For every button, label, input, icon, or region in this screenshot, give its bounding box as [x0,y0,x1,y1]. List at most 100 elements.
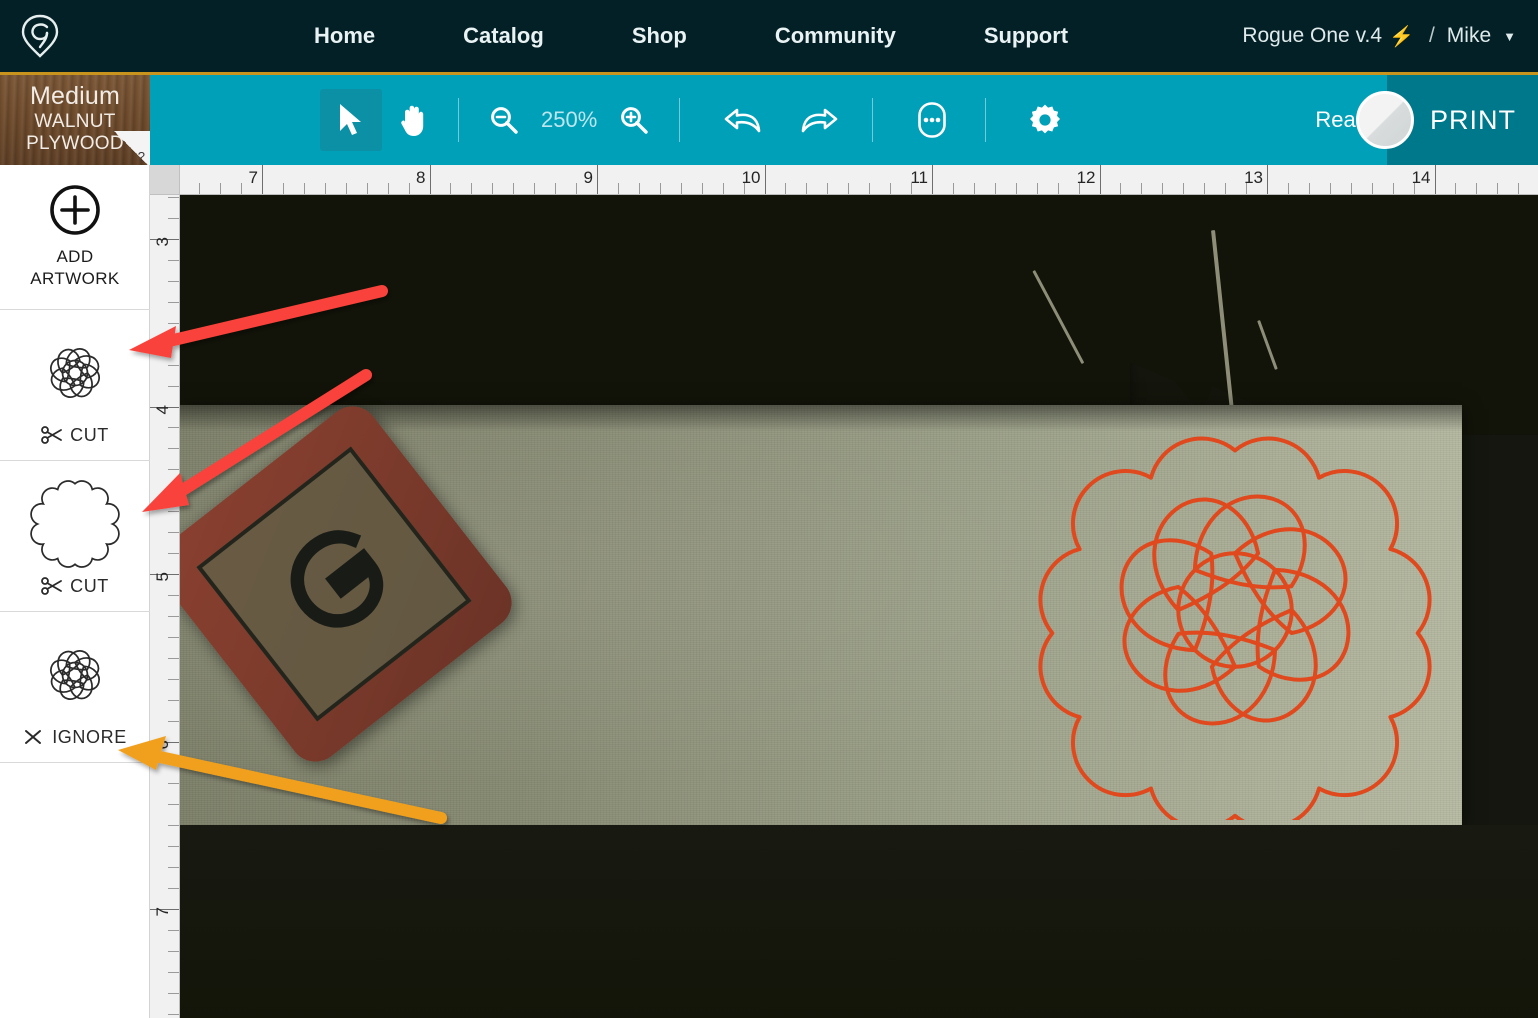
gear-icon [1028,103,1062,137]
account-area: Rogue One v.4 ⚡ / Mike ▼ [1242,24,1516,49]
more-options-button[interactable] [901,89,963,151]
glowforge-logo-icon[interactable] [0,14,80,58]
ruler-label-v: 4 [153,401,173,414]
select-tool[interactable] [320,89,382,151]
ruler-label-h: 11 [910,168,932,188]
ruler-tick-minor [367,183,368,195]
ruler-tick-minor [995,183,996,195]
ruler-label-v: 5 [153,568,173,581]
ruler-tick-minor [1037,183,1038,195]
ruler-tick-major [262,165,263,195]
zoom-out-button[interactable] [473,89,535,151]
ruler-tick-minor [168,344,180,345]
ruler-tick-minor [1518,183,1519,195]
material-badge[interactable]: Medium WALNUT PLYWOOD ? [0,75,150,165]
pinwheel-flower-cut-path[interactable] [1025,400,1445,820]
ruler-tick-minor [471,183,472,195]
ruler-tick-minor [1330,183,1331,195]
account-name[interactable]: Mike [1447,24,1491,48]
ruler-tick-minor [1225,183,1226,195]
ruler-tick-minor [168,323,180,324]
material-name-line1: WALNUT [0,111,150,133]
nav-link-support[interactable]: Support [940,23,1112,49]
ruler-tick-minor [1058,183,1059,195]
print-zone: Ready PRINT [1315,75,1538,165]
ruler-tick-minor [513,183,514,195]
ruler-tick-minor [1162,183,1163,195]
vertical-ruler[interactable]: 34567 [150,195,180,1018]
ruler-tick-minor [953,183,954,195]
artwork-operation-2[interactable]: CUT [41,576,109,597]
ruler-label-v: 6 [153,736,173,749]
ruler-tick-minor [681,183,682,195]
ruler-tick-minor [168,930,180,931]
ruler-tick-minor [1016,183,1017,195]
add-artwork-button[interactable]: ADD ARTWORK [0,165,150,310]
lightning-bolt-icon: ⚡ [1389,24,1414,49]
ruler-tick-minor [848,183,849,195]
artwork-operation-1[interactable]: CUT [41,425,109,446]
nav-link-home[interactable]: Home [270,23,419,49]
chevron-down-icon[interactable]: ▼ [1503,29,1516,44]
pan-tool[interactable] [382,89,444,151]
redo-arrow-icon [799,104,839,136]
artwork-item-2[interactable]: CUT [0,461,150,612]
redo-button[interactable] [788,89,850,151]
zoom-in-button[interactable] [603,89,665,151]
nav-link-shop[interactable]: Shop [588,23,731,49]
ruler-tick-minor [890,183,891,195]
ruler-tick-minor [388,183,389,195]
material-thickness: Medium [0,81,150,111]
ruler-tick-minor [168,1014,180,1015]
ruler-tick-minor [168,281,180,282]
horizontal-ruler[interactable]: 7891011121314 [180,165,1538,195]
ruler-tick-minor [168,427,180,428]
ruler-tick-major [597,165,598,195]
ruler-tick-minor [168,637,180,638]
toolbar-divider [872,98,873,142]
ruler-label-v: 7 [153,903,173,916]
ruler-tick-minor [974,183,975,195]
hand-icon [398,103,428,137]
glowforge-g-logo-icon [229,479,440,690]
ruler-tick-major [1100,165,1101,195]
artwork-operation-3[interactable]: IGNORE [23,727,127,748]
ruler-tick-minor [723,183,724,195]
ruler-tick-minor [1351,183,1352,195]
ruler-tick-minor [168,511,180,512]
material-help-corner[interactable]: ? [112,131,150,165]
settings-button[interactable] [1014,89,1076,151]
add-artwork-label: ADD ARTWORK [30,246,119,290]
ruler-tick-minor [199,183,200,195]
ruler-tick-minor [168,532,180,533]
bed-canvas[interactable] [180,195,1538,1018]
ruler-tick-minor [168,658,180,659]
ruler-tick-minor [1309,183,1310,195]
artwork-item-3[interactable]: IGNORE [0,612,150,763]
nav-link-catalog[interactable]: Catalog [419,23,588,49]
undo-button[interactable] [712,89,774,151]
ruler-corner [150,165,180,195]
ruler-label-h: 8 [416,168,429,188]
print-label[interactable]: PRINT [1430,105,1516,136]
ruler-tick-minor [1393,183,1394,195]
ruler-tick-minor [168,888,180,889]
editor-toolbar: 250% Ready [150,75,1538,165]
ruler-tick-minor [827,183,828,195]
zoom-level-label[interactable]: 250% [535,107,603,133]
ruler-tick-minor [168,762,180,763]
ruler-tick-major [765,165,766,195]
artwork-item-1[interactable]: CUT [0,310,150,461]
design-title[interactable]: Rogue One v.4 [1242,24,1382,48]
ruler-tick-minor [168,197,180,198]
ruler-tick-minor [168,721,180,722]
ruler-tick-minor [220,183,221,195]
print-panel: PRINT [1387,75,1538,165]
ruler-tick-minor [168,825,180,826]
ruler-tick-minor [409,183,410,195]
ruler-tick-minor [1141,183,1142,195]
material-help-label: ? [138,149,145,164]
cursor-arrow-icon [338,103,364,137]
print-button[interactable] [1356,91,1414,149]
nav-link-community[interactable]: Community [731,23,940,49]
